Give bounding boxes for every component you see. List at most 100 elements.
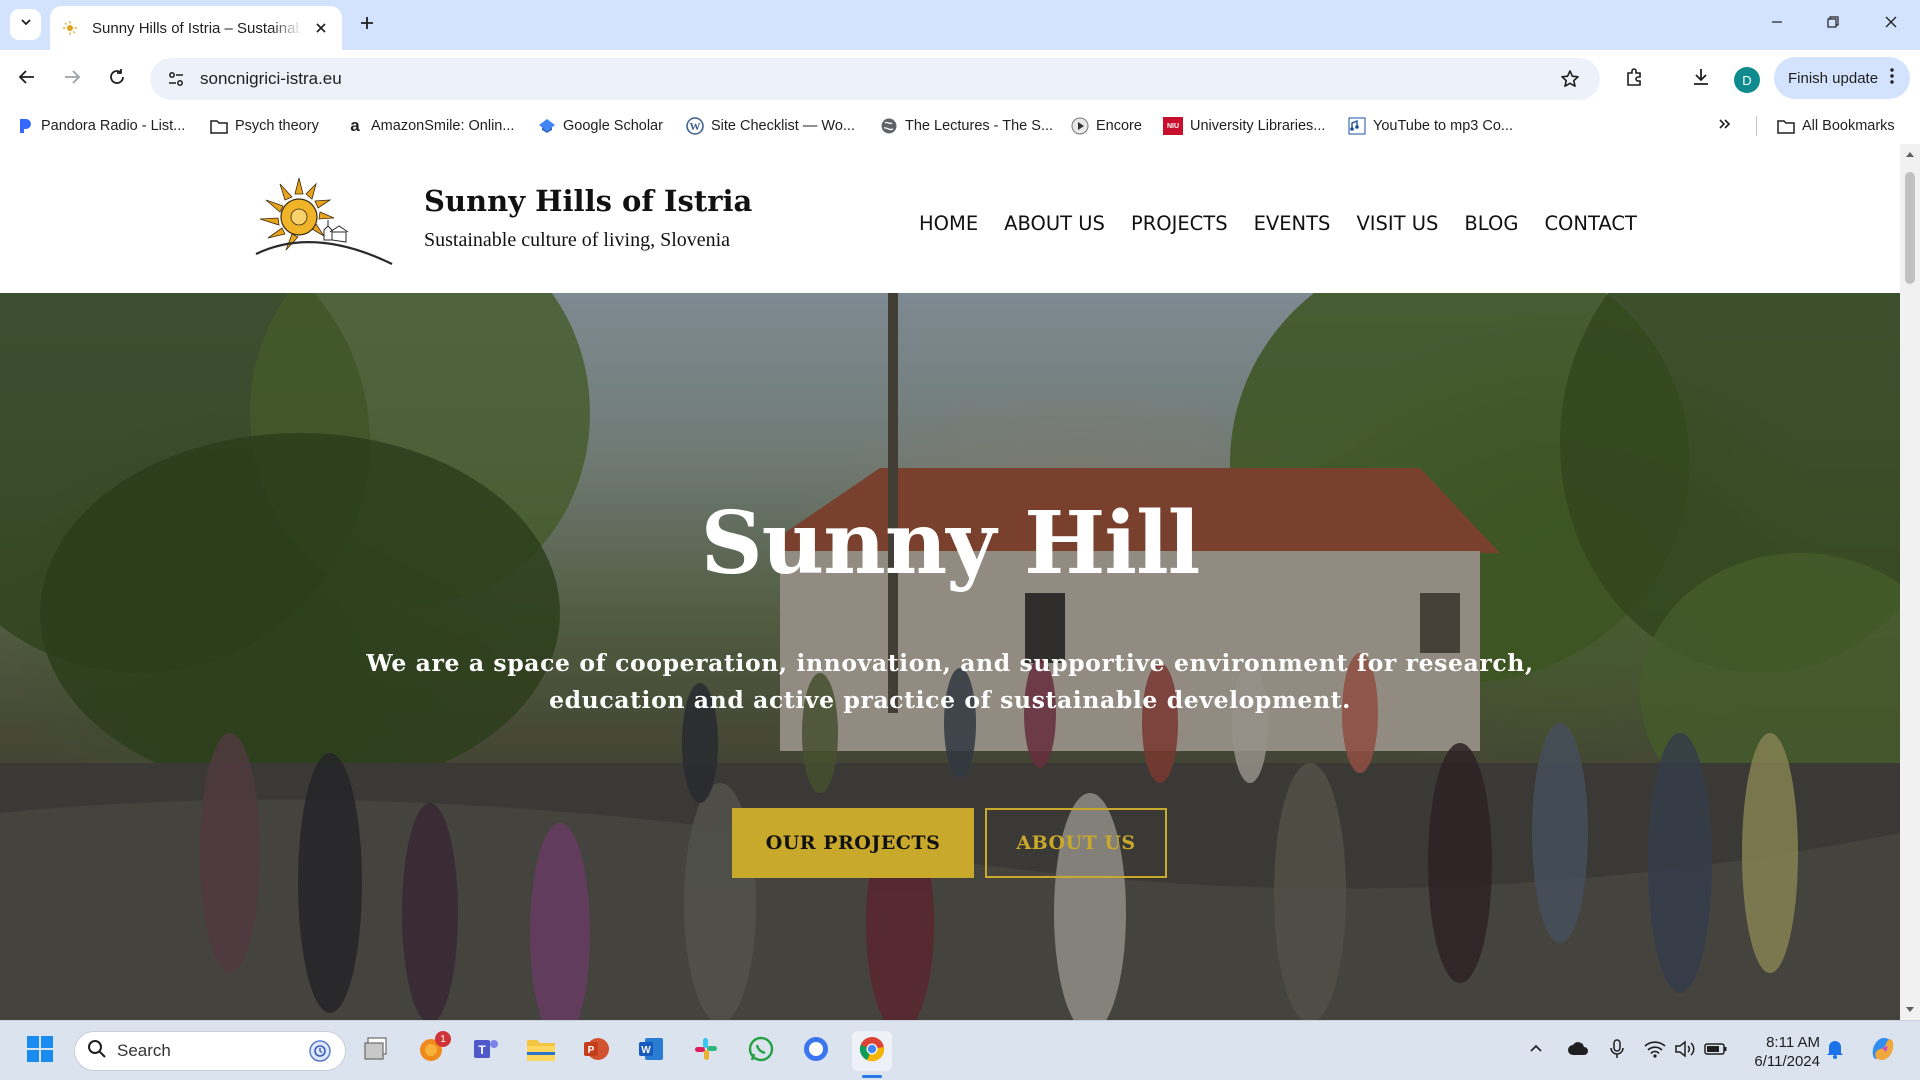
minimize-button[interactable]: [1757, 8, 1797, 40]
site-tagline: Sustainable culture of living, Slovenia: [424, 229, 731, 251]
close-icon: [1884, 15, 1898, 34]
notifications-button[interactable]: [1823, 1039, 1847, 1063]
battery-tray-icon[interactable]: [1704, 1039, 1728, 1063]
microphone-tray-icon[interactable]: [1605, 1038, 1629, 1063]
bookmark-item[interactable]: NIU University Libraries...: [1163, 114, 1325, 138]
nav-contact[interactable]: CONTACT: [1544, 212, 1636, 235]
bookmarks-divider: [1756, 116, 1757, 136]
page-scrollbar[interactable]: [1900, 144, 1920, 1020]
profile-avatar[interactable]: D: [1734, 67, 1760, 93]
site-title[interactable]: Sunny Hills of Istria: [424, 184, 752, 218]
address-bar[interactable]: soncnigrici-istra.eu: [150, 58, 1600, 100]
taskbar-signal[interactable]: [796, 1031, 836, 1071]
our-projects-button[interactable]: OUR PROJECTS: [732, 808, 974, 878]
folder-icon: [210, 117, 228, 135]
back-button[interactable]: [12, 64, 42, 94]
taskbar-search[interactable]: Search: [74, 1031, 346, 1071]
site-info-icon[interactable]: [164, 67, 188, 91]
taskbar-clock[interactable]: 8:11 AM 6/11/2024: [1736, 1033, 1820, 1071]
extensions-button[interactable]: [1619, 64, 1649, 94]
svg-text:W: W: [641, 1045, 651, 1056]
new-tab-button[interactable]: [353, 11, 381, 39]
nav-home[interactable]: HOME: [919, 212, 978, 235]
tab-search-button[interactable]: [10, 9, 41, 40]
taskbar-teams[interactable]: T: [466, 1031, 506, 1071]
bookmark-label: AmazonSmile: Onlin...: [371, 118, 515, 134]
hero-section: Sunny Hill We are a space of cooperation…: [0, 293, 1900, 1020]
nav-about-us[interactable]: ABOUT US: [1004, 212, 1105, 235]
task-view-button[interactable]: [356, 1031, 396, 1071]
start-button[interactable]: [20, 1031, 60, 1071]
nav-visit-us[interactable]: VISIT US: [1356, 212, 1438, 235]
nav-projects[interactable]: PROJECTS: [1131, 212, 1228, 235]
copilot-button[interactable]: [1866, 1034, 1900, 1068]
notification-badge: 1: [435, 1031, 451, 1047]
bookmark-item[interactable]: Pandora Radio - List...: [16, 114, 185, 138]
bookmark-item[interactable]: W Site Checklist — Wo...: [686, 114, 855, 138]
svg-text:P: P: [588, 1045, 595, 1056]
sun-logo-icon: [255, 177, 393, 265]
taskbar-app[interactable]: 1: [411, 1031, 451, 1071]
more-bookmarks-button[interactable]: [1718, 114, 1732, 138]
taskbar-slack[interactable]: [686, 1031, 726, 1071]
taskbar-powerpoint[interactable]: P: [576, 1031, 616, 1071]
bell-icon: [1826, 1039, 1844, 1064]
copilot-icon: [1868, 1034, 1898, 1069]
bookmark-label: The Lectures - The S...: [905, 118, 1054, 134]
puzzle-icon: [1624, 67, 1644, 92]
show-hidden-icons-button[interactable]: [1524, 1039, 1548, 1063]
slack-icon: [693, 1036, 719, 1067]
signal-icon: [802, 1035, 830, 1068]
restore-button[interactable]: [1813, 8, 1853, 40]
reload-icon: [108, 68, 126, 91]
taskbar-search-label: Search: [117, 1041, 171, 1060]
all-bookmarks-button[interactable]: All Bookmarks: [1777, 114, 1895, 138]
bookmark-item[interactable]: YouTube to mp3 Co...: [1348, 114, 1513, 138]
taskbar-whatsapp[interactable]: [741, 1031, 781, 1071]
speaker-icon: [1674, 1039, 1696, 1063]
battery-icon: [1704, 1041, 1728, 1062]
task-view-icon: [362, 1036, 390, 1067]
bookmark-item[interactable]: The Lectures - The S...: [880, 114, 1053, 138]
browser-tab[interactable]: Sunny Hills of Istria – Sustainable cult…: [50, 6, 342, 50]
bookmark-item[interactable]: Psych theory: [210, 114, 319, 138]
finish-update-button[interactable]: Finish update: [1774, 57, 1910, 99]
forward-button[interactable]: [57, 64, 87, 94]
taskbar-word[interactable]: W: [631, 1031, 671, 1071]
taskbar-chrome[interactable]: [852, 1031, 892, 1071]
taskbar-file-explorer[interactable]: [521, 1031, 561, 1071]
windows-logo-icon: [26, 1035, 54, 1068]
bookmark-label: YouTube to mp3 Co...: [1373, 118, 1513, 134]
scholar-icon: [538, 117, 556, 135]
url-text[interactable]: soncnigrici-istra.eu: [200, 69, 342, 89]
bookmark-star-icon[interactable]: [1558, 67, 1582, 91]
nav-blog[interactable]: BLOG: [1464, 212, 1518, 235]
scrollbar-thumb[interactable]: [1905, 172, 1915, 284]
tab-title: Sunny Hills of Istria – Sustainable cult…: [92, 19, 302, 37]
bookmark-label: Google Scholar: [563, 118, 663, 134]
site-favicon-icon: [62, 20, 78, 36]
windows-taskbar: Search 1 T P W 8:11 AM 6/11/2024: [0, 1020, 1920, 1080]
downloads-button[interactable]: [1686, 64, 1716, 94]
bookmark-item[interactable]: Encore: [1071, 114, 1142, 138]
about-us-button[interactable]: ABOUT US: [985, 808, 1167, 878]
scroll-up-icon[interactable]: [1900, 148, 1920, 160]
site-logo[interactable]: [254, 174, 394, 266]
bookmark-item[interactable]: Google Scholar: [538, 114, 663, 138]
close-window-button[interactable]: [1871, 8, 1911, 40]
bookmark-label: Pandora Radio - List...: [41, 118, 186, 134]
nav-events[interactable]: EVENTS: [1254, 212, 1331, 235]
restore-icon: [1826, 15, 1840, 34]
bookmark-label: University Libraries...: [1190, 118, 1326, 134]
scroll-down-icon[interactable]: [1900, 1004, 1920, 1016]
reload-button[interactable]: [102, 64, 132, 94]
site-header: Sunny Hills of Istria Sustainable cultur…: [0, 144, 1900, 293]
volume-tray-icon[interactable]: [1673, 1039, 1697, 1063]
bookmark-item[interactable]: a AmazonSmile: Onlin...: [346, 114, 514, 138]
close-tab-icon[interactable]: [312, 19, 330, 37]
copilot-icon[interactable]: [307, 1038, 333, 1064]
onedrive-tray-icon[interactable]: [1566, 1039, 1590, 1063]
wifi-tray-icon[interactable]: [1643, 1039, 1667, 1063]
more-vert-icon: [1890, 68, 1894, 88]
bookmark-label: Psych theory: [235, 118, 319, 134]
